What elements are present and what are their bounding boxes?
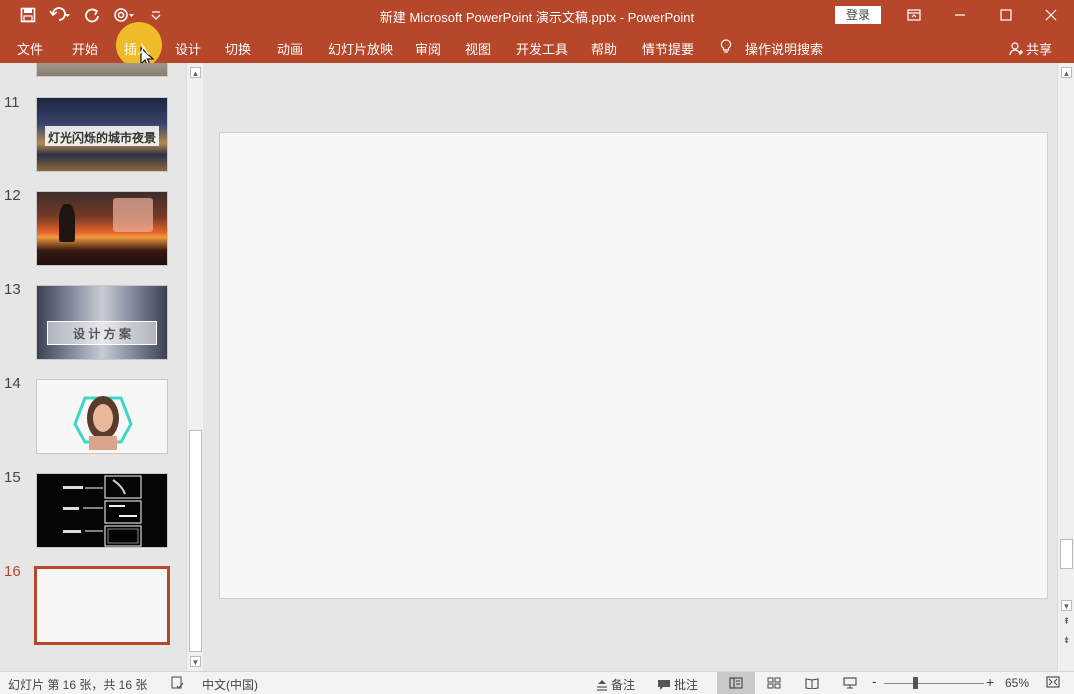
tab-review[interactable]: 审阅	[415, 39, 441, 58]
tree-silhouette	[59, 204, 75, 242]
portrait-hexagon	[73, 396, 133, 450]
tab-storyboard[interactable]: 情节提要	[642, 39, 694, 58]
undo-icon[interactable]	[48, 4, 72, 26]
redo-icon[interactable]	[80, 4, 104, 26]
tab-view[interactable]: 视图	[465, 39, 491, 58]
scroll-down-arrow-icon[interactable]: ▼	[190, 656, 201, 667]
tab-insert[interactable]: 插入	[124, 39, 150, 58]
save-icon[interactable]	[16, 4, 40, 26]
slide-thumbnail-16[interactable]	[34, 566, 170, 645]
slide-counter: 幻灯片 第 16 张，共 16 张	[8, 678, 148, 692]
spellcheck-icon[interactable]	[170, 676, 184, 690]
comment-icon	[658, 679, 670, 690]
slide-sorter-view-icon[interactable]	[755, 672, 793, 694]
tab-home[interactable]: 开始	[72, 39, 98, 58]
scroll-up-arrow-icon[interactable]: ▲	[190, 67, 201, 78]
minimize-icon[interactable]	[937, 0, 983, 30]
share-button[interactable]: 共享	[1009, 39, 1052, 58]
normal-view-icon[interactable]	[717, 672, 755, 694]
reading-view-icon[interactable]	[793, 672, 831, 694]
tab-design[interactable]: 设计	[175, 39, 201, 58]
close-icon[interactable]	[1028, 0, 1074, 30]
tab-slideshow[interactable]: 幻灯片放映	[328, 39, 393, 58]
slideshow-view-icon[interactable]	[831, 672, 869, 694]
thumbnail-scrollbar[interactable]: ▲ ▼	[186, 63, 203, 671]
tab-animations[interactable]: 动画	[277, 39, 303, 58]
zoom-out-button[interactable]: -	[872, 673, 877, 689]
slide-canvas[interactable]	[219, 132, 1048, 599]
notes-button[interactable]: 备注	[596, 676, 635, 693]
slide-number: 14	[4, 375, 21, 392]
tell-me-search[interactable]: 操作说明搜索	[745, 39, 823, 58]
notes-label: 备注	[611, 678, 636, 692]
login-button[interactable]: 登录	[835, 6, 881, 24]
slide-number: 13	[4, 281, 21, 298]
tab-help[interactable]: 帮助	[591, 39, 617, 58]
person-icon	[1009, 41, 1023, 55]
thumbnail-title: 灯光闪烁的城市夜景	[47, 131, 156, 145]
scroll-thumb[interactable]	[189, 430, 202, 652]
slide-number: 11	[4, 94, 20, 111]
slide-scrollbar[interactable]: ▲ ▼ ⇞ ⇟	[1057, 63, 1074, 671]
lightbulb-icon	[720, 39, 732, 54]
zoom-slider[interactable]	[884, 683, 984, 684]
slide-thumbnail-15[interactable]	[36, 473, 168, 548]
language-indicator[interactable]: 中文(中国)	[202, 676, 258, 693]
zoom-in-button[interactable]: +	[986, 674, 994, 690]
slide-editing-area	[203, 63, 1057, 671]
next-slide-icon[interactable]: ⇟	[1060, 636, 1073, 645]
maximize-icon[interactable]	[983, 0, 1029, 30]
diagram-content	[63, 475, 142, 547]
comments-label: 批注	[674, 678, 699, 692]
fit-to-window-icon[interactable]	[1046, 676, 1060, 688]
scroll-up-arrow-icon[interactable]: ▲	[1061, 67, 1072, 78]
tab-developer[interactable]: 开发工具	[516, 39, 568, 58]
slide-thumbnail-12[interactable]	[36, 191, 168, 266]
slide-thumbnail-13[interactable]: 设 计 方 案	[36, 285, 168, 360]
slide-thumbnail-11[interactable]: 灯光闪烁的城市夜景	[36, 97, 168, 172]
zoom-level[interactable]: 65%	[1005, 676, 1029, 690]
thumbnail-title: 设 计 方 案	[72, 327, 131, 341]
slide-thumbnail-14[interactable]	[36, 379, 168, 454]
calendar-overlay	[113, 198, 153, 232]
title-bar: 新建 Microsoft PowerPoint 演示文稿.pptx - Powe…	[0, 0, 1074, 30]
previous-slide-icon[interactable]: ⇞	[1060, 617, 1073, 626]
scroll-down-arrow-icon[interactable]: ▼	[1061, 600, 1072, 611]
slide-number: 16	[4, 563, 21, 580]
tab-file[interactable]: 文件	[17, 39, 43, 58]
ribbon-display-options-icon[interactable]	[891, 0, 937, 30]
tab-transitions[interactable]: 切换	[225, 39, 251, 58]
slide-number: 12	[4, 187, 21, 204]
scroll-thumb[interactable]	[1060, 539, 1073, 569]
slide-thumbnail-panel: 11 灯光闪烁的城市夜景 12 13 设 计 方 案 14 15 16	[0, 63, 186, 671]
slide-number: 15	[4, 469, 21, 486]
slide-thumbnail-10[interactable]	[36, 63, 168, 77]
zoom-slider-thumb[interactable]	[913, 677, 918, 689]
notes-icon	[597, 679, 607, 691]
comments-button[interactable]: 批注	[657, 676, 698, 693]
status-bar: 幻灯片 第 16 张，共 16 张 中文(中国) 备注 批注 - + 65%	[0, 671, 1074, 694]
share-label: 共享	[1025, 42, 1052, 57]
